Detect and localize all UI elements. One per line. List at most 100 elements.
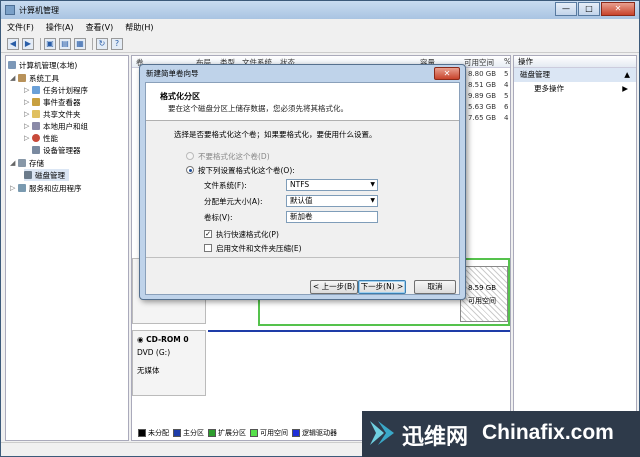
radio-no-format[interactable]: [186, 152, 194, 160]
computer-icon: [8, 61, 16, 69]
legend-swatch-unallocated: [138, 429, 146, 437]
quick-format-checkbox[interactable]: ✓: [204, 230, 212, 238]
event-viewer-icon: [32, 98, 40, 106]
legend-swatch-primary: [173, 429, 181, 437]
allocation-unit-select[interactable]: 默认值 ▼: [286, 195, 378, 207]
cdrom-drive: DVD (G:): [137, 348, 171, 357]
dialog-body: 格式化分区 要在这个磁盘分区上储存数据，您必须先将其格式化。 选择是否要格式化这…: [145, 82, 460, 295]
allocation-unit-label: 分配单元大小(A):: [204, 197, 263, 206]
compression-checkbox[interactable]: [204, 244, 212, 252]
toolbar-separator: [40, 37, 41, 50]
navigation-tree: 计算机管理(本地) ◢ 系统工具 ▷ 任务计划程序 ▷ 事件查看器 ▷ 共享文件…: [5, 55, 129, 441]
menu-view[interactable]: 查看(V): [86, 22, 114, 33]
refresh-icon[interactable]: ↻: [96, 37, 108, 50]
window-title: 计算机管理: [19, 5, 59, 15]
close-button[interactable]: ✕: [601, 2, 635, 16]
expand-arrow-icon[interactable]: ▷: [24, 86, 32, 94]
collapse-arrow-icon[interactable]: ◢: [10, 159, 18, 167]
help-icon[interactable]: ?: [111, 37, 123, 50]
cdrom-status: 无媒体: [137, 366, 160, 375]
dialog-header-title: 格式化分区: [160, 92, 200, 101]
menu-action[interactable]: 操作(A): [46, 22, 74, 33]
menu-file[interactable]: 文件(F): [7, 22, 34, 33]
computer-management-icon: [5, 5, 15, 15]
menu-bar: 文件(F) 操作(A) 查看(V) 帮助(H): [1, 19, 639, 35]
cdrom-name: ◉ CD-ROM 0: [137, 335, 189, 344]
filesystem-label: 文件系统(F):: [204, 181, 247, 190]
cdrom-media-box[interactable]: [208, 330, 510, 396]
tree-item-event-viewer[interactable]: ▷ 事件查看器: [24, 96, 81, 108]
actions-header: 操作: [514, 56, 636, 68]
tree-item-system-tools[interactable]: ◢ 系统工具: [10, 72, 59, 84]
properties-icon[interactable]: ▦: [74, 37, 86, 50]
maximize-button[interactable]: □: [578, 2, 600, 16]
cdrom-box[interactable]: ◉ CD-ROM 0 DVD (G:) 无媒体: [132, 330, 206, 396]
next-button[interactable]: 下一步(N) >: [358, 280, 406, 294]
unallocated-size: 8.59 GB: [468, 284, 497, 292]
tree-item-device-manager[interactable]: 设备管理器: [32, 144, 81, 156]
collapse-up-icon[interactable]: ▲: [624, 68, 630, 82]
watermark: 迅维网 Chinafix.com: [362, 411, 640, 457]
radio-format[interactable]: [186, 166, 194, 174]
performance-icon: [32, 134, 40, 142]
menu-help[interactable]: 帮助(H): [125, 22, 153, 33]
compression-label[interactable]: 启用文件和文件夹压缩(E): [216, 243, 302, 254]
tree-item-local-users[interactable]: ▷ 本地用户和组: [24, 120, 88, 132]
label-format[interactable]: 按下列设置格式化这个卷(O):: [198, 165, 295, 176]
actions-disk-management[interactable]: 磁盘管理 ▲: [514, 68, 636, 82]
expand-arrow-icon[interactable]: ▷: [24, 122, 32, 130]
expand-arrow-icon[interactable]: ▷: [10, 184, 18, 192]
dialog-close-button[interactable]: ✕: [434, 67, 460, 80]
legend-swatch-free: [250, 429, 258, 437]
title-bar: 计算机管理 — □ ✕: [1, 1, 639, 19]
watermark-brand-en: Chinafix.com: [482, 421, 614, 444]
dialog-title: 新建简单卷向导: [146, 69, 199, 78]
unallocated-partition[interactable]: [460, 266, 508, 322]
tools-icon: [18, 74, 26, 82]
services-icon: [18, 184, 26, 192]
minimize-button[interactable]: —: [555, 2, 577, 16]
tree-root[interactable]: 计算机管理(本地): [8, 59, 77, 71]
cancel-button[interactable]: 取消: [414, 280, 456, 294]
view-icon[interactable]: ▤: [59, 37, 71, 50]
expand-arrow-icon[interactable]: ▷: [24, 134, 32, 142]
volume-label-input[interactable]: 新加卷: [286, 211, 378, 223]
back-button[interactable]: < 上一步(B): [310, 280, 358, 294]
dropdown-arrow-icon[interactable]: ▼: [370, 196, 375, 206]
tree-item-performance[interactable]: ▷ 性能: [24, 132, 58, 144]
expand-arrow-icon[interactable]: ▷: [24, 98, 32, 106]
quick-format-label[interactable]: 执行快速格式化(P): [216, 229, 279, 240]
collapse-arrow-icon[interactable]: ◢: [10, 74, 18, 82]
device-manager-icon: [32, 146, 40, 154]
chinafix-logo-icon: [370, 421, 394, 445]
forward-icon[interactable]: ▶: [22, 37, 34, 50]
expand-arrow-icon[interactable]: ▷: [24, 110, 32, 118]
col-free-space[interactable]: 可用空间: [464, 57, 494, 68]
tree-item-shared-folders[interactable]: ▷ 共享文件夹: [24, 108, 81, 120]
tree-item-services-apps[interactable]: ▷ 服务和应用程序: [10, 182, 82, 194]
dialog-separator: [146, 257, 459, 258]
cdrom-icon: ◉: [137, 335, 147, 344]
new-simple-volume-wizard: 新建简单卷向导 ✕ 格式化分区 要在这个磁盘分区上储存数据，您必须先将其格式化。…: [139, 64, 466, 300]
tree-item-disk-management[interactable]: 磁盘管理: [24, 169, 69, 181]
filesystem-select[interactable]: NTFS ▼: [286, 179, 378, 191]
dialog-header-subtitle: 要在这个磁盘分区上储存数据，您必须先将其格式化。: [168, 104, 348, 113]
tree-item-task-scheduler[interactable]: ▷ 任务计划程序: [24, 84, 88, 96]
unallocated-label: 可用空间: [468, 297, 496, 305]
label-no-format[interactable]: 不要格式化这个卷(D): [198, 151, 270, 162]
col-percent[interactable]: %: [504, 57, 510, 66]
actions-pane: 操作 磁盘管理 ▲ 更多操作 ▶: [513, 55, 637, 441]
legend-swatch-extended: [208, 429, 216, 437]
shared-folder-icon: [32, 110, 40, 118]
dropdown-arrow-icon[interactable]: ▼: [370, 180, 375, 190]
toolbar: ◀ ▶ ▣ ▤ ▦ ↻ ?: [1, 35, 639, 53]
legend-swatch-logical: [292, 429, 300, 437]
users-icon: [32, 122, 40, 130]
more-actions[interactable]: 更多操作 ▶: [514, 82, 636, 96]
volume-label-label: 卷标(V):: [204, 213, 233, 222]
tree-item-storage[interactable]: ◢ 存储: [10, 157, 44, 169]
folder-icon[interactable]: ▣: [44, 37, 56, 50]
watermark-brand-cn: 迅维网: [402, 425, 469, 450]
submenu-arrow-icon: ▶: [622, 84, 628, 93]
back-icon[interactable]: ◀: [7, 37, 19, 50]
